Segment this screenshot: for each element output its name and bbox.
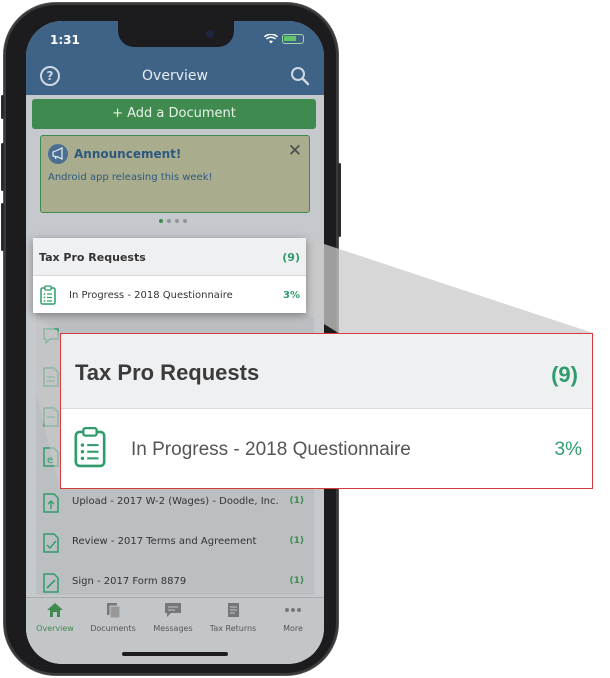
notch [118, 21, 234, 47]
clipboard-icon [40, 285, 56, 305]
card-count: (9) [282, 251, 300, 264]
zoom-questionnaire-label: In Progress - 2018 Questionnaire [131, 439, 411, 460]
zoom-count: (9) [551, 362, 578, 387]
zoom-header: Tax Pro Requests (9) [61, 334, 592, 409]
zoom-title: Tax Pro Requests [75, 360, 260, 385]
questionnaire-progress: 3% [283, 290, 300, 301]
card-title: Tax Pro Requests [39, 251, 146, 264]
questionnaire-row[interactable]: In Progress - 2018 Questionnaire 3% [33, 276, 306, 313]
questionnaire-label: In Progress - 2018 Questionnaire [69, 290, 233, 301]
front-camera [206, 30, 214, 38]
zoom-questionnaire-row[interactable]: In Progress - 2018 Questionnaire 3% [61, 409, 592, 489]
zoom-callout: Tax Pro Requests (9) In Progress - 2018 … [60, 333, 593, 489]
clipboard-icon [74, 426, 106, 468]
card-header: Tax Pro Requests (9) [33, 238, 306, 276]
zoom-questionnaire-progress: 3% [554, 439, 582, 460]
tax-pro-requests-card[interactable]: Tax Pro Requests (9) In Progress - 2018 … [33, 238, 306, 313]
